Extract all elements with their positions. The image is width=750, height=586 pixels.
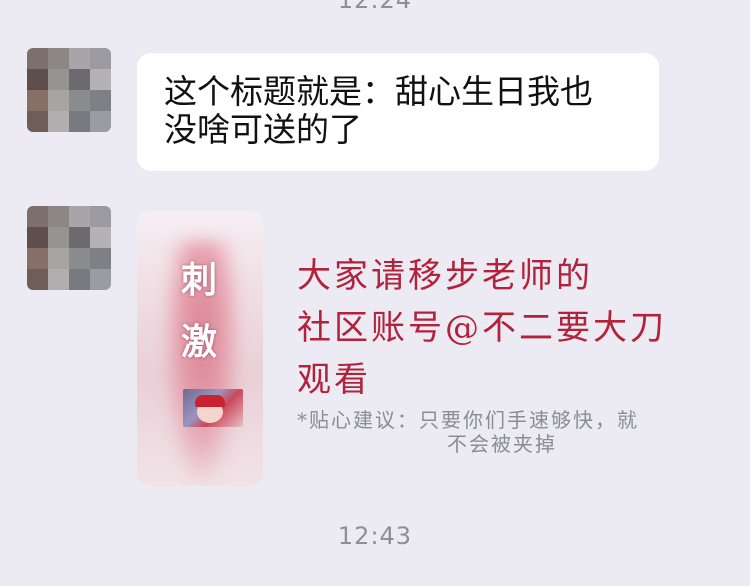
image-title-char-2: 激 (181, 322, 218, 363)
annotation-line-1: 大家请移步老师的 (297, 256, 593, 296)
timestamp-top: 12:24 (337, 0, 413, 14)
tip-line-2: 不会被夹掉 (447, 432, 557, 456)
tip-line-1: *贴心建议：只要你们手速够快，就 (297, 408, 639, 432)
sender-avatar[interactable] (27, 48, 111, 132)
annotation-line-3: 观看 (297, 360, 371, 400)
image-title-char-1: 刺 (181, 260, 218, 301)
message-text: 这个标题就是：甜心生日我也 没啥可送的了 (164, 73, 644, 149)
timestamp-bottom: 12:43 (337, 522, 413, 550)
sender-avatar-2[interactable] (27, 206, 111, 290)
annotation-line-2: 社区账号@不二要大刀 (297, 308, 667, 348)
handwritten-annotation: 大家请移步老师的 社区账号@不二要大刀 观看 (297, 250, 737, 406)
message-line-2: 没啥可送的了 (164, 110, 362, 149)
character-thumbnail (183, 389, 243, 427)
text-message-bubble[interactable]: 这个标题就是：甜心生日我也 没啥可送的了 (137, 53, 659, 171)
tip-note: *贴心建议：只要你们手速够快，就 不会被夹掉 (297, 408, 737, 456)
message-line-1: 这个标题就是：甜心生日我也 (164, 72, 593, 111)
image-message[interactable]: 刺 激 (137, 211, 263, 486)
thumbnail-hat (195, 395, 225, 407)
